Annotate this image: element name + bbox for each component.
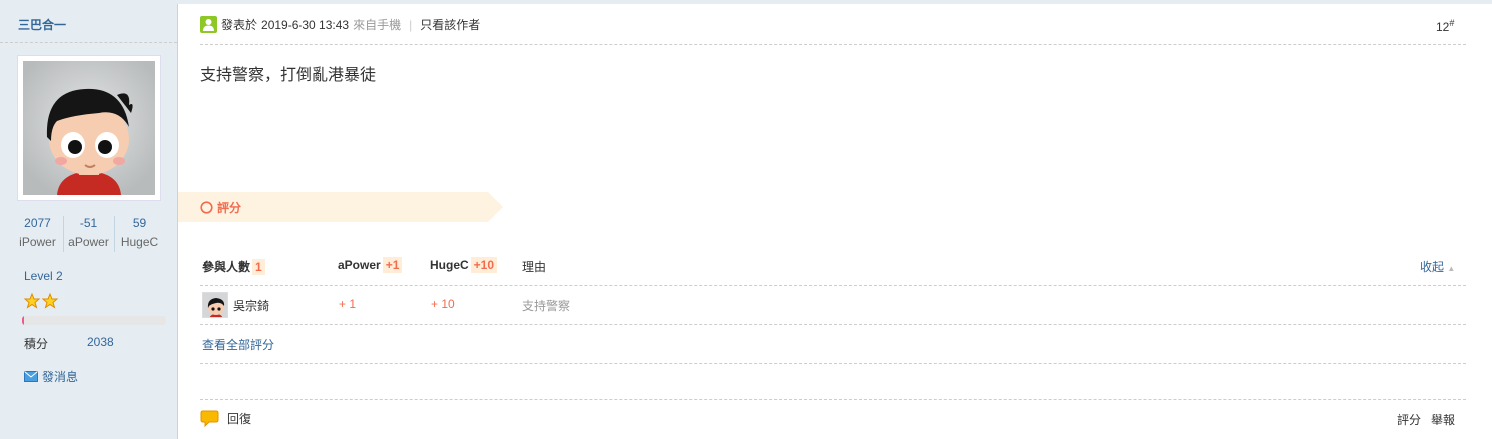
collapse-label: 收起 (1420, 260, 1445, 274)
send-message-label: 發消息 (42, 370, 79, 384)
star-icon (23, 292, 41, 309)
rater-apower: + 1 (339, 297, 357, 311)
reply-button[interactable]: 回復 (200, 410, 251, 427)
rating-head-divider (200, 285, 1466, 286)
star-icon (41, 292, 59, 309)
post-date: 2019-6-30 13:43 (261, 17, 350, 32)
sidebar-divider (0, 42, 177, 43)
only-author-link[interactable]: 只看該作者 (420, 16, 480, 33)
floor-mark: # (1449, 18, 1455, 28)
post-meta: 發表於 2019-6-30 13:43 來自手機 | 只看該作者 (200, 16, 480, 33)
stat-ipower[interactable]: 2077 iPower (12, 214, 63, 252)
author-credits: 積分 2038 (24, 335, 114, 352)
report-button[interactable]: 舉報 (1431, 411, 1455, 428)
rater-username[interactable]: 吳宗錡 (233, 297, 269, 314)
top-border (0, 0, 1492, 4)
level-progress-bar (22, 316, 166, 325)
level-stars (23, 292, 60, 312)
rater-reason: 支持警察 (522, 299, 571, 313)
post-source: 來自手機 (353, 18, 402, 32)
author-username[interactable]: 三巴合一 (18, 16, 66, 33)
avatar-image (23, 61, 155, 195)
level-progress-fill (22, 316, 24, 325)
stat-value: 2077 (24, 216, 51, 230)
hugec-label: HugeC (430, 258, 469, 272)
credits-label: 積分 (24, 337, 49, 351)
author-sidebar: 三巴合一 2077 iPower -51 aPower 59 HugeC Lev… (0, 4, 178, 439)
participants-count: 1 (252, 259, 265, 275)
stat-value: 59 (132, 216, 147, 230)
circle-icon (200, 201, 213, 214)
header-divider (200, 44, 1466, 45)
separator: | (409, 17, 413, 32)
stat-label: iPower (19, 235, 56, 249)
apower-label: aPower (338, 258, 381, 272)
rating-footer-divider (200, 363, 1466, 364)
rating-title: 評分 (200, 199, 241, 216)
credits-value: 2038 (87, 335, 114, 349)
stat-apower[interactable]: -51 aPower (63, 214, 114, 252)
speech-bubble-icon (200, 410, 219, 427)
rate-button[interactable]: 評分 (1397, 411, 1421, 428)
rating-head-apower: aPower +1 (338, 257, 403, 273)
floor-number: 12 (1436, 20, 1450, 34)
rating-head-participants: 參與人數 1 (202, 258, 265, 275)
envelope-icon (24, 371, 38, 382)
hugec-total: +10 (470, 257, 498, 273)
rating-title-label: 評分 (217, 201, 242, 215)
post-floor[interactable]: 12# (1436, 18, 1454, 34)
stat-value: -51 (79, 216, 98, 230)
author-level[interactable]: Level 2 (24, 269, 63, 283)
rater-hugec: + 10 (431, 297, 455, 311)
rating-head-hugec: HugeC +10 (430, 257, 498, 273)
apower-total: +1 (382, 257, 403, 273)
rating-row-divider (200, 324, 1466, 325)
post-actions: 評分 舉報 (1397, 411, 1455, 428)
collapse-button[interactable]: 收起 ▲ (1420, 258, 1455, 275)
triangle-up-icon: ▲ (1447, 264, 1456, 273)
rating-head-reason: 理由 (522, 260, 547, 274)
view-all-ratings-link[interactable]: 查看全部評分 (202, 336, 274, 353)
participants-label: 參與人數 (202, 260, 251, 274)
send-message-link[interactable]: 發消息 (24, 368, 78, 385)
stat-label: aPower (68, 235, 109, 249)
stat-label: HugeC (120, 235, 159, 249)
post-content: 支持警察，打倒亂港暴徒 (200, 67, 377, 84)
posted-label: 發表於 (221, 18, 258, 32)
reply-label: 回復 (227, 412, 252, 426)
rater-avatar[interactable] (202, 292, 228, 318)
stat-hugec[interactable]: 59 HugeC (114, 214, 165, 252)
actions-divider (200, 399, 1466, 400)
author-avatar[interactable] (17, 55, 161, 201)
author-stats: 2077 iPower -51 aPower 59 HugeC (12, 214, 165, 254)
online-user-icon (200, 16, 217, 33)
